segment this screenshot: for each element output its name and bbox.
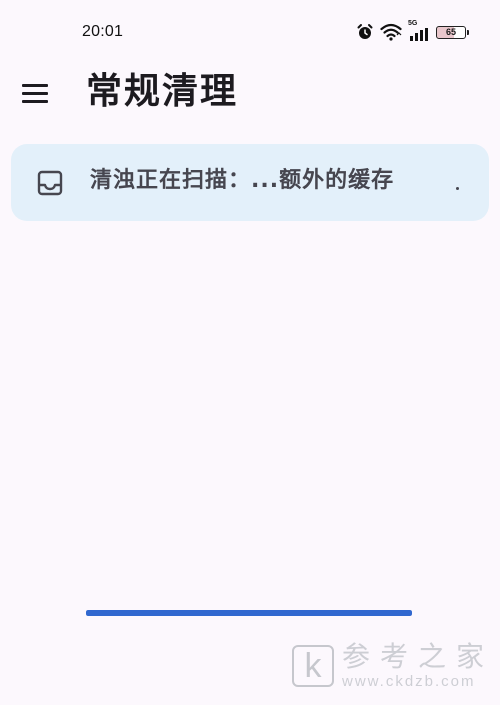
alarm-icon [356,23,374,41]
top-app-bar: 常规清理 [0,66,500,120]
status-icons: 5G 65 [356,20,469,42]
signal-icon: 5G [408,20,430,41]
inbox-icon [36,169,64,197]
status-time: 20:01 [82,23,124,40]
page-title: 常规清理 [86,71,239,112]
wifi-icon [380,23,402,41]
status-bar: 20:01 5G 65 [0,0,500,66]
watermark-text: 参考之家 [341,640,494,673]
scan-progress-bar [86,610,412,616]
scroll-indicator-dot [456,187,459,190]
battery-level: 65 [445,26,456,37]
watermark-url: www.ckdzb.com [341,673,476,690]
battery-icon: 65 [436,25,469,39]
watermark-logo: k [291,645,334,687]
scan-status-card: 清浊正在扫描：...额外的缓存 [11,144,489,221]
scan-progress-fill [86,610,412,616]
scan-status-text: 清浊正在扫描：...额外的缓存 [90,168,395,193]
menu-icon[interactable] [22,78,56,108]
watermark: k 参考之家 www.ckdzb.com [291,640,494,691]
network-type-label: 5G [408,20,418,27]
